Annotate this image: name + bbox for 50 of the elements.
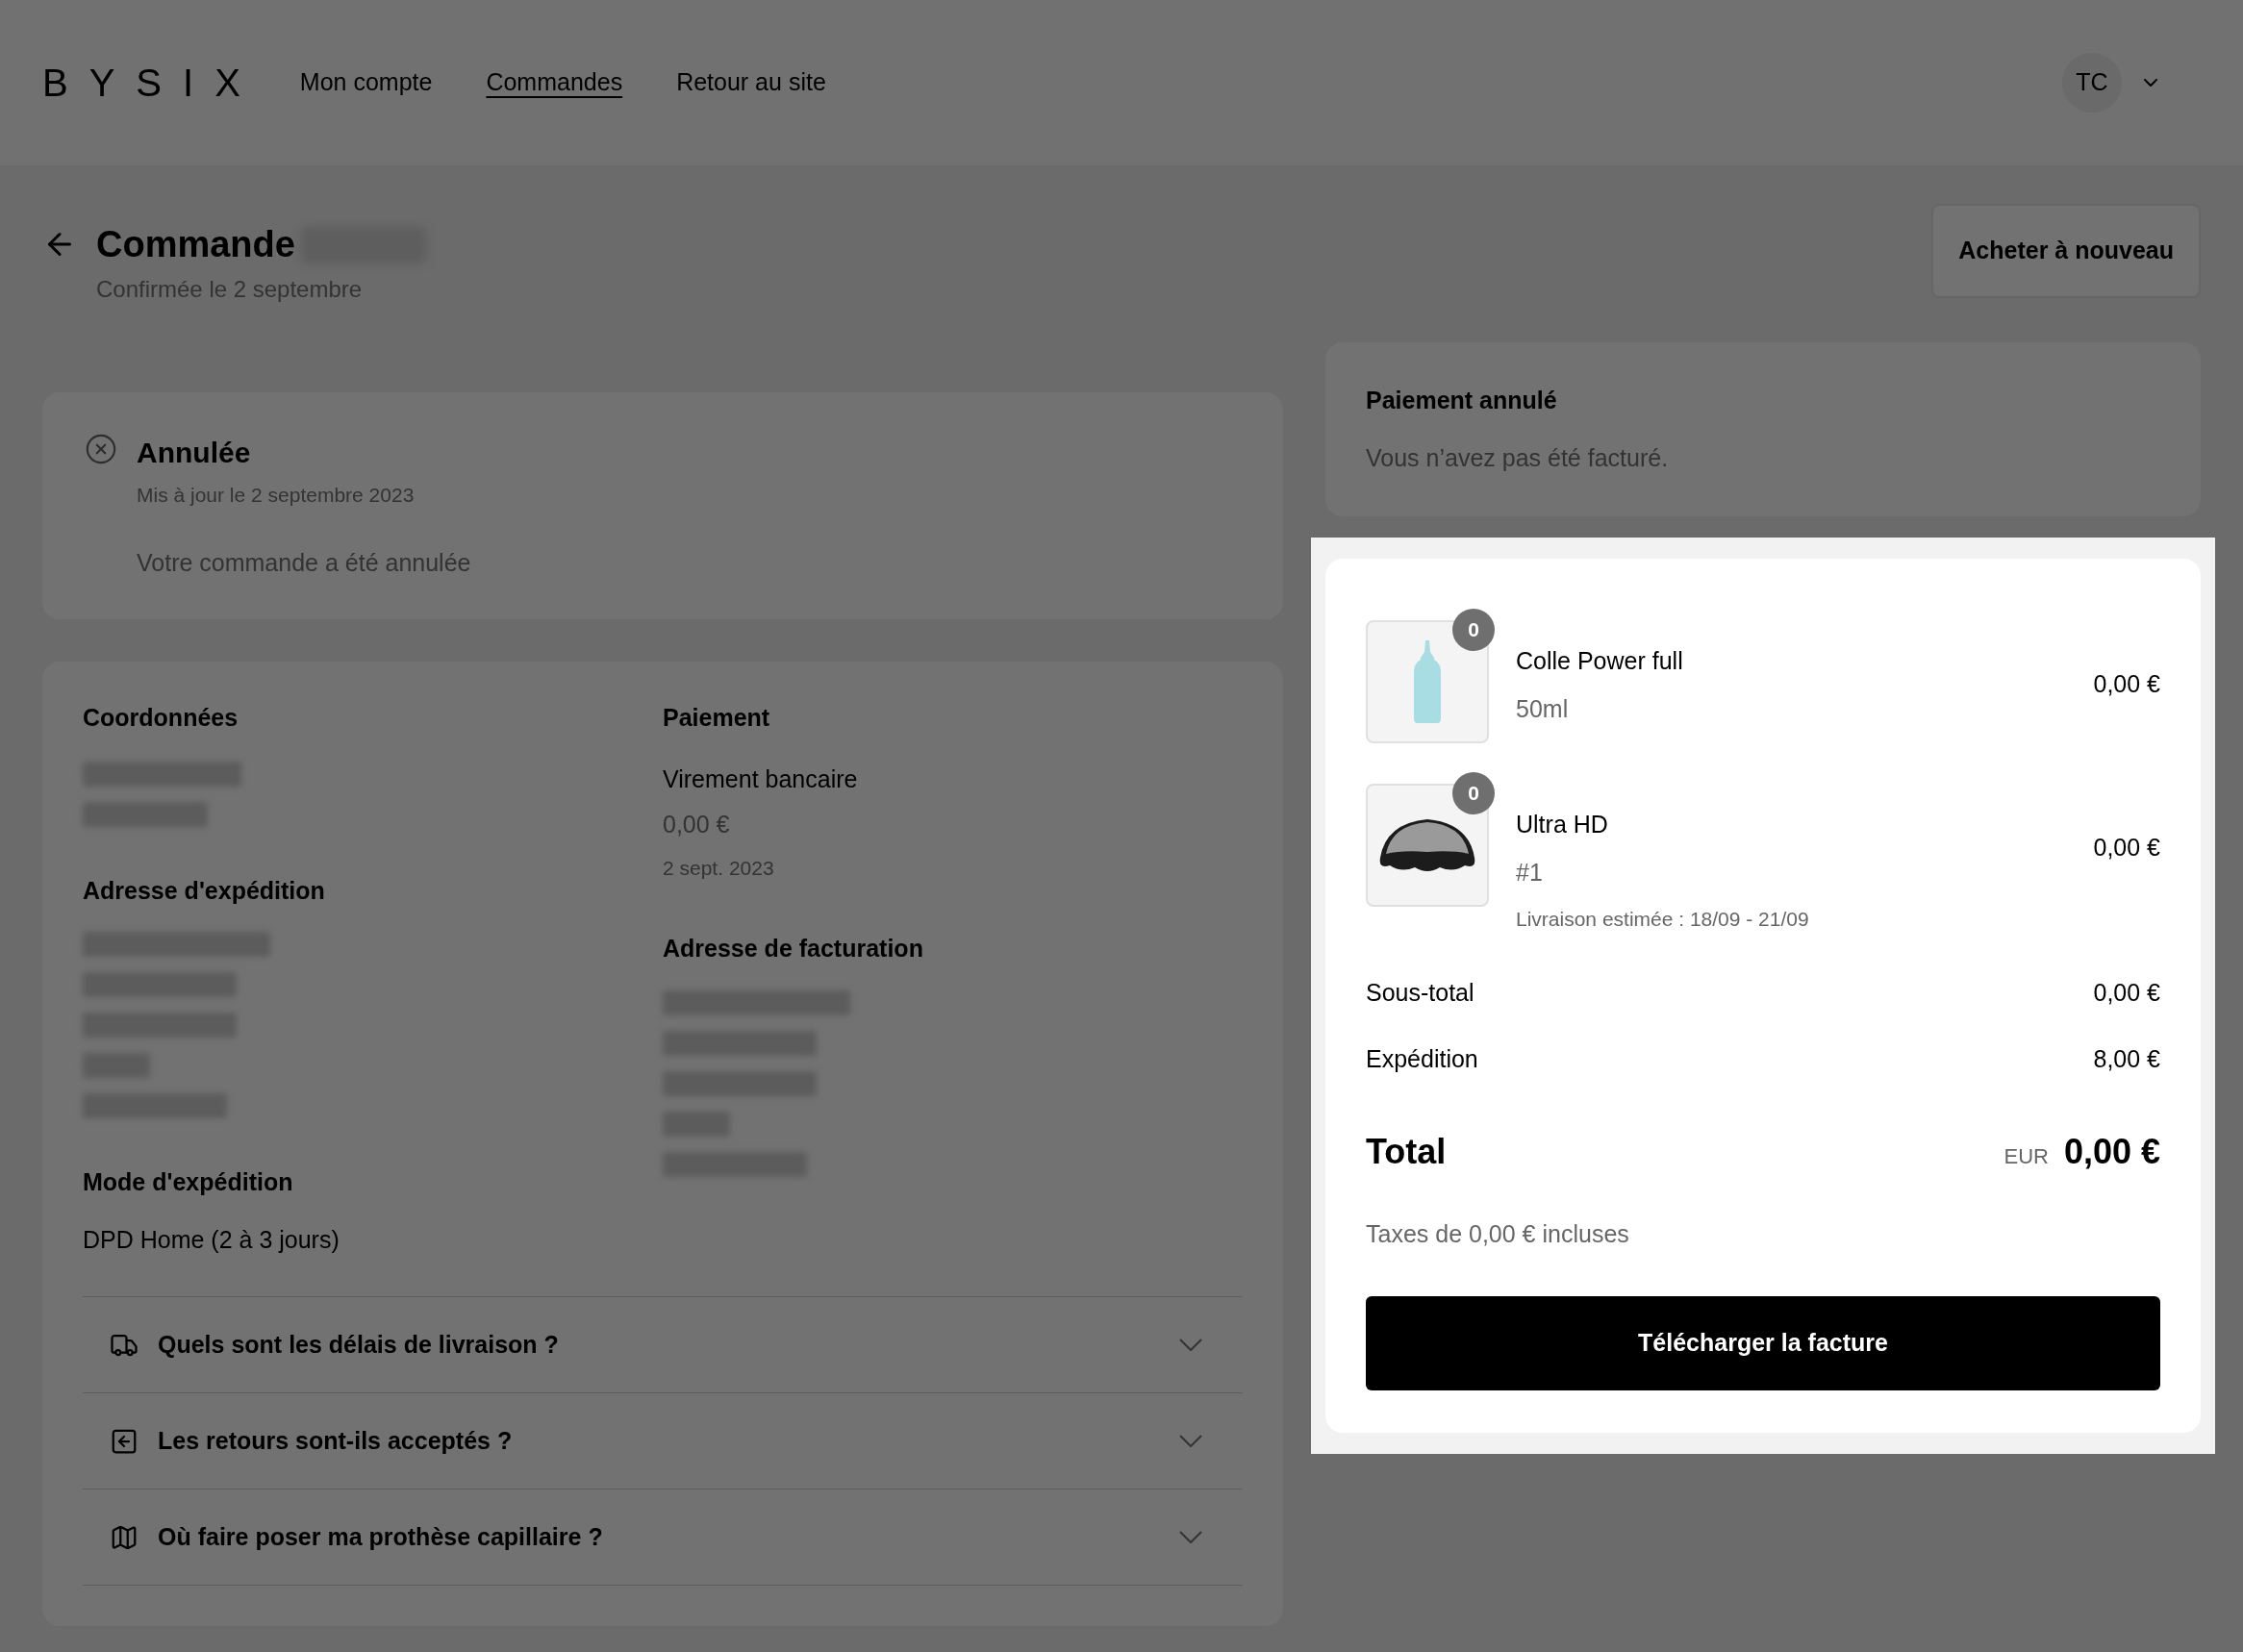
section-heading: Mode d'expédition	[83, 1167, 294, 1197]
taxes-note: Taxes de 0,00 € incluses	[1366, 1218, 1630, 1249]
payment-amount: 0,00 €	[663, 810, 731, 839]
reorder-button[interactable]: Acheter à nouveau	[1931, 204, 2201, 298]
faq-question: Où faire poser ma prothèse capillaire ?	[158, 1521, 603, 1552]
product-name: Colle Power full	[1516, 646, 1683, 676]
nav-link[interactable]: Commandes	[486, 64, 623, 101]
currency-code: EUR	[2004, 1142, 2049, 1170]
faq-question: Les retours sont-ils acceptés ?	[158, 1425, 513, 1456]
product-name: Ultra HD	[1516, 810, 1609, 839]
faq-question: Quels sont les délais de livraison ?	[158, 1329, 559, 1360]
cancelled-icon	[85, 433, 117, 465]
total-label: Total	[1366, 1130, 1447, 1173]
payment-method: Virement bancaire	[663, 763, 859, 794]
product-price: 0,00 €	[2093, 833, 2160, 863]
page-title: Commande	[96, 223, 295, 266]
notice-message: Vous n’avez pas été facturé.	[1366, 442, 1670, 473]
section-heading: Adresse d'expédition	[83, 875, 326, 906]
section-heading: Paiement	[663, 703, 771, 733]
nav-link[interactable]: Mon compte	[299, 64, 433, 101]
chevron-down-icon	[1179, 1339, 1202, 1351]
subtotal-label: Sous-total	[1366, 977, 1474, 1008]
nav-link[interactable]: Retour au site	[676, 64, 826, 101]
total-value: 0,00 €	[2063, 1130, 2160, 1173]
chevron-down-icon	[1179, 1435, 1202, 1447]
faq-item[interactable]: Quels sont les délais de livraison ?	[83, 1297, 1243, 1393]
avatar[interactable]: TC	[2062, 53, 2122, 113]
page-subtitle: Confirmée le 2 septembre	[96, 275, 364, 304]
product-variant: 50ml	[1516, 693, 1570, 724]
shipping-method: DPD Home (2 à 3 jours)	[83, 1224, 340, 1255]
shipping-value: 8,00 €	[2093, 1044, 2160, 1074]
payment-date: 2 sept. 2023	[663, 855, 775, 881]
section-heading: Adresse de facturation	[663, 934, 924, 964]
status-date: Mis à jour le 2 septembre 2023	[137, 483, 416, 508]
status-title: Annulée	[137, 436, 252, 470]
faq-item[interactable]: Où faire poser ma prothèse capillaire ?	[83, 1489, 1243, 1586]
chevron-down-icon	[1179, 1531, 1202, 1543]
subtotal-value: 0,00 €	[2093, 977, 2160, 1008]
download-invoice-button[interactable]: Télécharger la facture	[1366, 1296, 2160, 1390]
section-heading: Coordonnées	[83, 703, 239, 733]
quantity-badge: 0	[1452, 772, 1495, 814]
logo: BYSIX	[42, 61, 262, 106]
status-message: Votre commande a été annulée	[137, 547, 471, 578]
product-variant: #1	[1516, 857, 1544, 888]
delivery-estimate: Livraison estimée : 18/09 - 21/09	[1516, 907, 1809, 932]
notice-title: Paiement annulé	[1366, 386, 1558, 415]
product-price: 0,00 €	[2093, 669, 2160, 699]
quantity-badge: 0	[1452, 609, 1495, 651]
faq-item[interactable]: Les retours sont-ils acceptés ?	[83, 1393, 1243, 1489]
shipping-label: Expédition	[1366, 1044, 1478, 1074]
